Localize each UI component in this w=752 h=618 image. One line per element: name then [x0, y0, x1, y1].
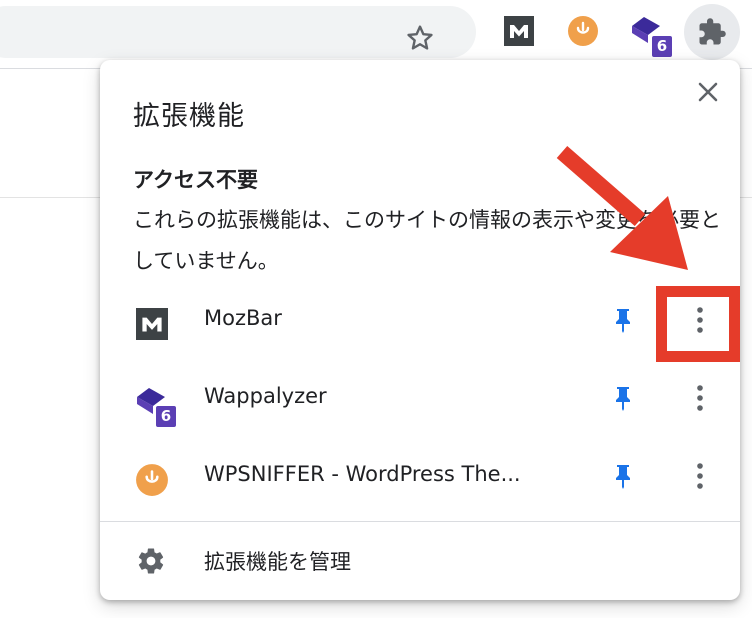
- more-options-button[interactable]: [682, 456, 718, 496]
- more-vert-icon: [697, 385, 703, 411]
- manage-extensions-button[interactable]: 拡張機能を管理: [100, 522, 740, 600]
- wappalyzer-icon: 6: [134, 384, 178, 429]
- more-vert-icon: [697, 463, 703, 489]
- pin-button[interactable]: [605, 380, 641, 416]
- more-options-button[interactable]: [682, 378, 718, 418]
- close-icon: [698, 82, 718, 102]
- gear-icon: [138, 548, 164, 574]
- puzzle-icon: [699, 18, 726, 45]
- close-button[interactable]: [690, 74, 726, 110]
- wpsniffer-toolbar-icon[interactable]: [566, 14, 600, 48]
- annotation-highlight-box: [656, 286, 740, 362]
- section-heading: アクセス不要: [133, 168, 258, 192]
- address-bar[interactable]: [0, 6, 476, 58]
- extension-name: Wappalyzer: [204, 384, 327, 408]
- pin-button[interactable]: [605, 302, 641, 338]
- extension-row-wappalyzer[interactable]: 6 Wappalyzer: [100, 360, 740, 438]
- mozbar-toolbar-icon[interactable]: [502, 14, 536, 48]
- extension-name: WPSNIFFER - WordPress The...: [204, 462, 521, 486]
- wappalyzer-badge: 6: [154, 404, 178, 429]
- extension-row-wpsniffer[interactable]: WPSNIFFER - WordPress The...: [100, 438, 740, 516]
- mozbar-icon: [134, 306, 170, 342]
- pin-icon: [616, 387, 630, 411]
- browser-toolbar: 6: [0, 0, 752, 66]
- popup-title: 拡張機能: [133, 101, 245, 132]
- bookmark-star-icon[interactable]: [404, 22, 436, 54]
- manage-extensions-label: 拡張機能を管理: [204, 550, 351, 574]
- annotation-arrow: [556, 145, 688, 270]
- wappalyzer-toolbar-icon[interactable]: 6: [630, 14, 674, 59]
- pin-icon: [616, 465, 630, 489]
- extensions-puzzle-button[interactable]: [684, 4, 740, 60]
- pin-icon: [616, 309, 630, 333]
- extension-name: MozBar: [204, 306, 282, 330]
- wappalyzer-toolbar-badge: 6: [650, 34, 674, 59]
- extension-row-mozbar[interactable]: MozBar: [100, 282, 740, 360]
- pin-button[interactable]: [605, 458, 641, 494]
- wpsniffer-icon: [134, 462, 170, 498]
